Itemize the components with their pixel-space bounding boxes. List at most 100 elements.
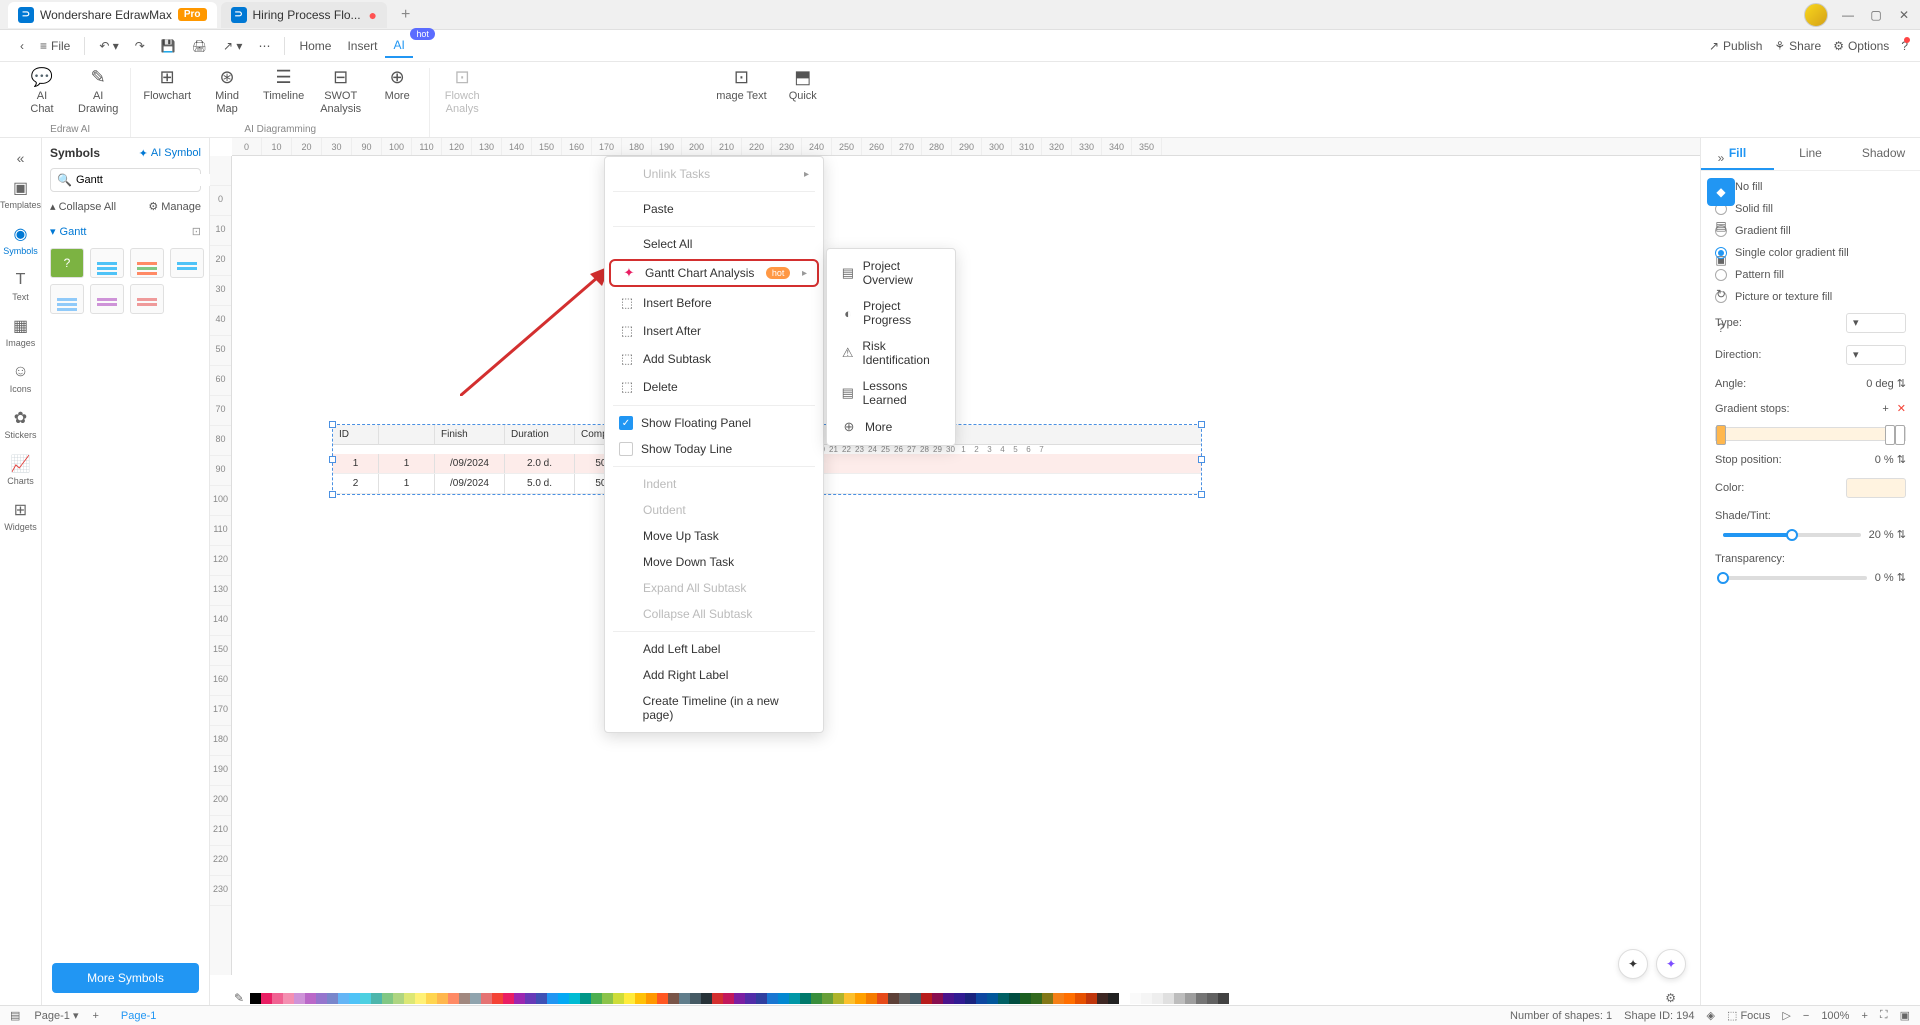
ctx-create-timeline[interactable]: Create Timeline (in a new page) xyxy=(605,688,823,728)
manage-button[interactable]: ⚙ Manage xyxy=(148,200,201,213)
color-swatch[interactable] xyxy=(932,993,943,1004)
avatar[interactable] xyxy=(1804,3,1828,27)
color-swatch[interactable] xyxy=(1086,993,1097,1004)
sub-project-progress[interactable]: ◐Project Progress xyxy=(827,293,955,333)
sub-more[interactable]: ⊕More xyxy=(827,413,955,441)
color-swatch[interactable] xyxy=(283,993,294,1004)
color-swatch[interactable] xyxy=(261,993,272,1004)
color-swatch[interactable] xyxy=(250,993,261,1004)
symbol-thumb[interactable] xyxy=(130,248,164,278)
color-swatch[interactable] xyxy=(1108,993,1119,1004)
nav-text[interactable]: TText xyxy=(0,264,41,308)
remove-stop-button[interactable]: ✕ xyxy=(1897,403,1906,415)
color-swatch[interactable] xyxy=(525,993,536,1004)
color-swatch[interactable] xyxy=(789,993,800,1004)
mindmap-button[interactable]: ⊛Mind Map xyxy=(207,68,247,116)
page-tool-button[interactable]: ▤ xyxy=(1707,212,1735,240)
color-swatch[interactable] xyxy=(382,993,393,1004)
flowchart-button[interactable]: ⊞Flowchart xyxy=(143,68,191,116)
page-tab[interactable]: Page-1 xyxy=(113,1010,164,1022)
swot-button[interactable]: ⊟SWOT Analysis xyxy=(320,68,361,116)
color-swatch[interactable] xyxy=(877,993,888,1004)
search-input[interactable] xyxy=(76,174,218,186)
color-swatch[interactable] xyxy=(976,993,987,1004)
color-swatch[interactable] xyxy=(833,993,844,1004)
color-swatch[interactable] xyxy=(503,993,514,1004)
canvas[interactable]: ID Finish Duration Complete 2024SepOct 7… xyxy=(232,156,1700,975)
color-swatch[interactable] xyxy=(745,993,756,1004)
color-swatch[interactable] xyxy=(448,993,459,1004)
color-swatch[interactable] xyxy=(701,993,712,1004)
gradient-bar[interactable] xyxy=(1715,427,1906,441)
transparency-stepper[interactable]: ⇅ xyxy=(1897,572,1906,584)
color-swatch[interactable] xyxy=(767,993,778,1004)
redo-button[interactable]: ↷ xyxy=(127,35,153,57)
color-swatch[interactable] xyxy=(1185,993,1196,1004)
color-swatch[interactable] xyxy=(1141,993,1152,1004)
color-swatch[interactable] xyxy=(844,993,855,1004)
color-swatch[interactable] xyxy=(272,993,283,1004)
color-swatch[interactable] xyxy=(1064,993,1075,1004)
color-swatch[interactable] xyxy=(778,993,789,1004)
color-swatch[interactable] xyxy=(492,993,503,1004)
color-swatch[interactable] xyxy=(327,993,338,1004)
color-dropper-icon[interactable]: ✎ xyxy=(234,991,244,1005)
page-select[interactable]: Page-1 ▾ xyxy=(34,1009,78,1022)
color-swatch[interactable] xyxy=(569,993,580,1004)
timeline-button[interactable]: ☰Timeline xyxy=(263,68,304,116)
tab-line[interactable]: Line xyxy=(1774,138,1847,170)
export-button[interactable]: ↗ ▾ xyxy=(215,35,250,57)
tab-app[interactable]: ⊃ Wondershare EdrawMax Pro xyxy=(8,2,217,28)
history-tool-button[interactable]: ↻ xyxy=(1707,280,1735,308)
back-button[interactable]: ‹ xyxy=(12,35,32,57)
color-swatch[interactable] xyxy=(1031,993,1042,1004)
symbol-thumb[interactable] xyxy=(90,284,124,314)
help-button[interactable]: ? xyxy=(1901,39,1908,53)
nav-stickers[interactable]: ✿Stickers xyxy=(0,402,41,446)
color-swatch[interactable] xyxy=(602,993,613,1004)
more-symbols-button[interactable]: More Symbols xyxy=(52,963,199,993)
color-swatch[interactable] xyxy=(591,993,602,1004)
color-swatch[interactable] xyxy=(998,993,1009,1004)
color-swatch[interactable] xyxy=(954,993,965,1004)
ctx-move-up[interactable]: Move Up Task xyxy=(605,523,823,549)
ctx-add-subtask[interactable]: ⬚Add Subtask xyxy=(605,345,823,373)
color-swatch[interactable] xyxy=(371,993,382,1004)
outline-button[interactable]: ▤ xyxy=(10,1009,20,1022)
quick-button[interactable]: ⬒Quick xyxy=(783,68,823,103)
float-ai-button[interactable]: ✦ xyxy=(1656,949,1686,979)
color-swatch[interactable] xyxy=(613,993,624,1004)
shade-stepper[interactable]: ⇅ xyxy=(1897,529,1906,541)
options-button[interactable]: ⚙ Options xyxy=(1833,39,1889,53)
ctx-show-floating[interactable]: ✓Show Floating Panel xyxy=(605,410,823,436)
symbol-thumb[interactable] xyxy=(50,284,84,314)
zoom-in-button[interactable]: + xyxy=(1861,1010,1867,1022)
color-swatch[interactable] xyxy=(1130,993,1141,1004)
color-swatch[interactable] xyxy=(899,993,910,1004)
focus-button[interactable]: ⬚ Focus xyxy=(1727,1009,1770,1022)
add-stop-button[interactable]: + xyxy=(1882,403,1888,415)
ctx-add-left-label[interactable]: Add Left Label xyxy=(605,636,823,662)
color-swatch[interactable] xyxy=(888,993,899,1004)
color-swatch[interactable] xyxy=(349,993,360,1004)
color-swatch[interactable] xyxy=(459,993,470,1004)
color-swatch[interactable] xyxy=(657,993,668,1004)
color-swatch[interactable] xyxy=(723,993,734,1004)
ctx-delete[interactable]: ⬚Delete xyxy=(605,373,823,401)
color-swatch[interactable] xyxy=(580,993,591,1004)
expand-panel-button[interactable]: » xyxy=(1707,144,1735,172)
radio-single-gradient[interactable]: Single color gradient fill xyxy=(1715,247,1906,259)
radio-no-fill[interactable]: No fill xyxy=(1715,181,1906,193)
collapse-sidebar-button[interactable]: « xyxy=(13,146,29,170)
help-tool-button[interactable]: ? xyxy=(1707,314,1735,342)
ctx-paste[interactable]: Paste xyxy=(605,196,823,222)
color-swatch[interactable] xyxy=(1119,993,1130,1004)
nav-templates[interactable]: ▣Templates xyxy=(0,172,41,216)
radio-picture-fill[interactable]: Picture or texture fill xyxy=(1715,291,1906,303)
color-swatch[interactable] xyxy=(547,993,558,1004)
color-swatch[interactable] xyxy=(437,993,448,1004)
color-swatch[interactable] xyxy=(338,993,349,1004)
share-button[interactable]: ⚘ Share xyxy=(1774,39,1821,53)
color-swatch[interactable] xyxy=(1152,993,1163,1004)
ai-symbol-button[interactable]: ✦ AI Symbol xyxy=(139,147,201,160)
